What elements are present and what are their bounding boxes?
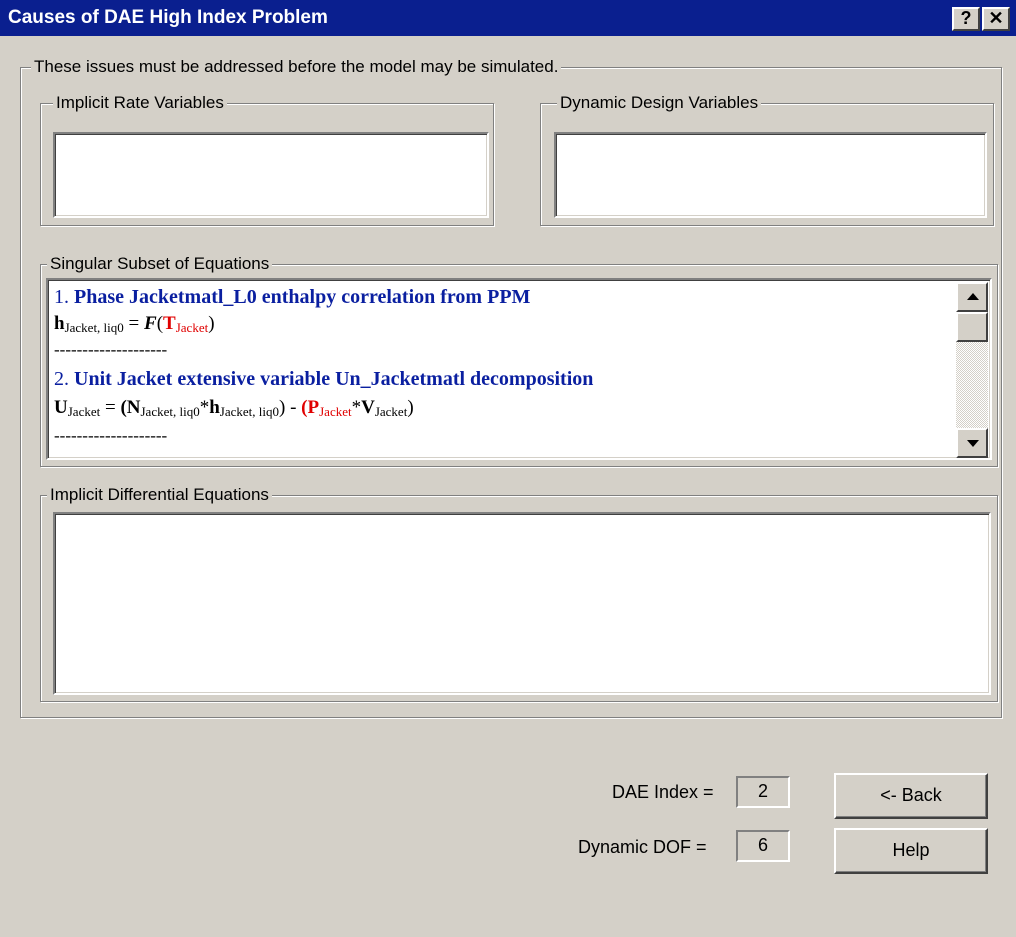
implicit-rate-variables-list[interactable] — [53, 132, 489, 218]
implicit-differential-equations-label: Implicit Differential Equations — [47, 484, 272, 506]
eq-symbol-red: P — [307, 397, 320, 418]
singular-subset-label: Singular Subset of Equations — [47, 253, 273, 275]
equation-1-heading: 1. Phase Jacketmatl_L0 enthalpy correlat… — [54, 286, 530, 309]
eq-operator: = — [123, 313, 145, 334]
eq-subscript: Jacket, liq0 — [140, 404, 200, 419]
eq-operator: ) - — [279, 397, 302, 418]
title-bar: Causes of DAE High Index Problem ? ✕ — [0, 0, 1016, 36]
eq-symbol: V — [361, 397, 375, 418]
equation-2-heading: 2. Unit Jacket extensive variable Un_Jac… — [54, 368, 593, 391]
close-caption-button[interactable]: ✕ — [982, 7, 1010, 31]
scroll-down-button[interactable] — [956, 428, 988, 458]
eq-symbol: h — [54, 313, 65, 334]
dynamic-design-variables-list[interactable] — [554, 132, 987, 218]
issues-group-label: These issues must be addressed before th… — [31, 56, 562, 78]
help-caption-button[interactable]: ? — [952, 7, 980, 31]
equation-1-number: 1. — [54, 286, 69, 308]
dae-index-label: DAE Index = — [612, 782, 714, 802]
arrow-down-icon — [967, 440, 979, 447]
implicit-rate-variables-label: Implicit Rate Variables — [53, 92, 227, 114]
arrow-up-icon — [967, 293, 979, 300]
dynamic-design-variables-label: Dynamic Design Variables — [557, 92, 762, 114]
equation-2-title: Unit Jacket extensive variable Un_Jacket… — [74, 368, 594, 390]
scroll-up-button[interactable] — [956, 282, 988, 312]
equations-scrollbar[interactable] — [956, 282, 988, 458]
equation-2-number: 2. — [54, 368, 69, 390]
question-mark-icon: ? — [960, 8, 972, 28]
help-button[interactable]: Help — [834, 828, 988, 874]
eq-operator: * — [199, 397, 210, 418]
dynamic-dof-value: 6 — [736, 830, 790, 862]
eq-symbol: h — [209, 397, 220, 418]
eq-symbol: U — [54, 397, 68, 418]
equation-1-title: Phase Jacketmatl_L0 enthalpy correlation… — [74, 286, 531, 308]
eq-operator: * — [351, 397, 362, 418]
eq-subscript-red: Jacket — [175, 320, 209, 335]
eq-function: F — [144, 313, 157, 334]
scroll-thumb[interactable] — [956, 312, 988, 342]
eq-subscript-red: Jacket — [319, 404, 352, 419]
singular-subset-list[interactable]: 1. Phase Jacketmatl_L0 enthalpy correlat… — [46, 278, 992, 460]
eq-operator: = — [100, 397, 121, 418]
eq-subscript: Jacket, liq0 — [64, 320, 124, 335]
equation-separator: -------------------- — [54, 340, 168, 359]
equation-1-formula: hJacket, liq0 = F(TJacket) — [54, 313, 215, 336]
close-icon: ✕ — [988, 8, 1004, 28]
eq-subscript: Jacket, liq0 — [219, 404, 280, 419]
window-title: Causes of DAE High Index Problem — [8, 7, 328, 28]
back-button[interactable]: <- Back — [834, 773, 988, 819]
eq-symbol: N — [126, 397, 141, 418]
dynamic-dof-label: Dynamic DOF = — [578, 837, 707, 857]
equation-separator: -------------------- — [54, 426, 168, 445]
implicit-differential-equations-list[interactable] — [53, 512, 991, 695]
eq-subscript: Jacket — [67, 404, 101, 419]
dae-index-value: 2 — [736, 776, 790, 808]
eq-paren: ) — [208, 313, 215, 334]
eq-symbol-red: T — [163, 313, 176, 334]
eq-subscript: Jacket — [374, 404, 408, 419]
equation-2-formula: UJacket = (NJacket, liq0*hJacket, liq0) … — [54, 397, 414, 420]
eq-paren: ) — [407, 397, 414, 418]
